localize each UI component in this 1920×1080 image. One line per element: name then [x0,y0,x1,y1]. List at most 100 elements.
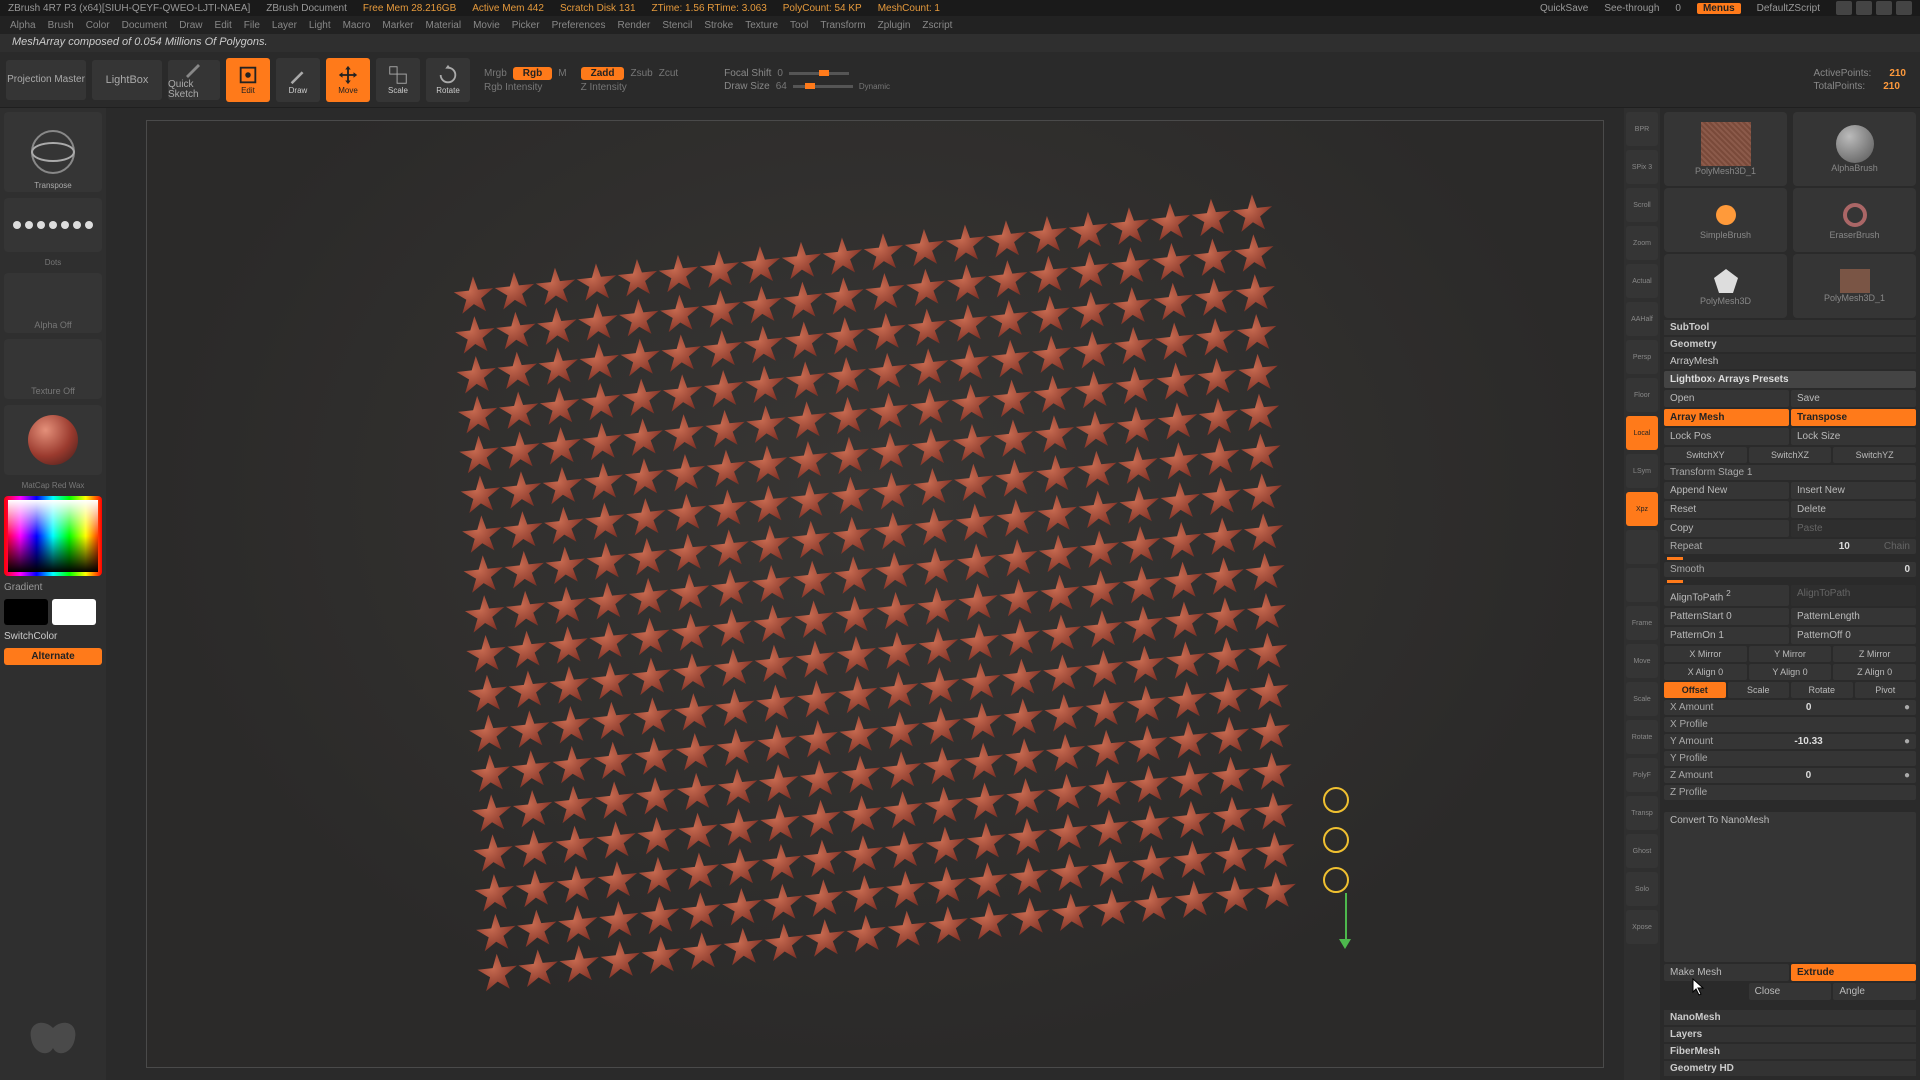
close-icon[interactable] [1896,1,1912,15]
z-align-button[interactable]: Z Align 0 [1833,664,1916,680]
nanomesh-header[interactable]: NanoMesh [1664,1010,1916,1025]
polymesh3d-1-thumb[interactable]: PolyMesh3D_1 [1793,254,1916,318]
smooth-slider[interactable]: Smooth0 [1664,562,1916,577]
switch-yz-button[interactable]: SwitchYZ [1833,447,1916,463]
zoom-button[interactable]: Zoom [1626,226,1658,260]
ghost-button[interactable]: Ghost [1626,834,1658,868]
canvas-area[interactable] [106,108,1624,1080]
x-align-button[interactable]: X Align 0 [1664,664,1747,680]
rotate-button[interactable]: Rotate [1791,682,1853,698]
aahalf-button[interactable]: AAHalf [1626,302,1658,336]
center-button[interactable] [1626,530,1658,564]
menu-file[interactable]: File [244,20,260,31]
actual-button[interactable]: Actual [1626,264,1658,298]
delete-button[interactable]: Delete [1791,501,1916,518]
help-icon[interactable] [1876,1,1892,15]
max-icon[interactable] [1856,1,1872,15]
projection-master-button[interactable]: Projection Master [6,60,86,100]
x-amount-slider[interactable]: X Amount0● [1664,700,1916,715]
draw-button[interactable]: Draw [276,58,320,102]
arraymesh-header[interactable]: ArrayMesh [1664,354,1916,369]
transform-stage-slider[interactable]: Transform Stage 1 [1664,465,1916,480]
open-button[interactable]: Open [1664,390,1789,407]
layers-header[interactable]: Layers [1664,1027,1916,1042]
frame-button[interactable]: Frame [1626,606,1658,640]
pattern-length-label[interactable]: PatternLength [1791,608,1916,625]
pattern-on-label[interactable]: PatternOn 1 [1664,627,1789,644]
zadd-button[interactable]: Zadd [581,67,625,80]
offset-button[interactable]: Offset [1664,682,1726,698]
min-icon[interactable] [1836,1,1852,15]
focal-shift-label[interactable]: Focal Shift [724,68,771,79]
fibermesh-header[interactable]: FiberMesh [1664,1044,1916,1059]
simple-brush-thumb[interactable]: SimpleBrush [1664,188,1787,252]
menu-tool[interactable]: Tool [790,20,808,31]
xyz-button[interactable]: Xpz [1626,492,1658,526]
see-through-val[interactable]: 0 [1675,3,1681,14]
angle-button[interactable]: Angle [1833,983,1916,1000]
menu-color[interactable]: Color [86,20,110,31]
menu-macro[interactable]: Macro [343,20,371,31]
alpha-slot[interactable]: Alpha Off [4,273,102,333]
transp-button[interactable]: Transp [1626,796,1658,830]
scale-button[interactable]: Scale [1728,682,1790,698]
z-amount-slider[interactable]: Z Amount0● [1664,768,1916,783]
move-button[interactable]: Move [326,58,370,102]
eraser-brush-thumb[interactable]: EraserBrush [1793,188,1916,252]
subtool-header[interactable]: SubTool [1664,320,1916,335]
lightbox-button[interactable]: LightBox [92,60,162,100]
rotate-view-button[interactable]: Rotate [1626,720,1658,754]
menu-stroke[interactable]: Stroke [704,20,733,31]
move-view-button[interactable]: Move [1626,644,1658,678]
menu-stencil[interactable]: Stencil [662,20,692,31]
switch-xy-button[interactable]: SwitchXY [1664,447,1747,463]
focal-shift-val[interactable]: 0 [777,68,783,79]
xpose-button[interactable]: Xpose [1626,910,1658,944]
zsub-button[interactable]: Zsub [630,68,652,79]
bpr-button[interactable]: BPR [1626,112,1658,146]
y-align-button[interactable]: Y Align 0 [1749,664,1832,680]
z-profile-button[interactable]: Z Profile [1664,785,1916,800]
solo-button[interactable]: Solo [1626,872,1658,906]
default-zscript[interactable]: DefaultZScript [1757,3,1820,14]
make-mesh-button[interactable]: Make Mesh [1664,964,1789,981]
extrude-button[interactable]: Extrude [1791,964,1916,981]
rgb-button[interactable]: Rgb [513,67,552,80]
lsym-button[interactable]: LSym [1626,454,1658,488]
zcut-button[interactable]: Zcut [659,68,678,79]
repeat-slider[interactable]: Repeat10Chain [1664,539,1916,554]
convert-nanomesh-button[interactable]: Convert To NanoMesh [1664,812,1916,962]
pivot-button[interactable]: Pivot [1855,682,1917,698]
x-mirror-button[interactable]: X Mirror [1664,646,1747,662]
menu-light[interactable]: Light [309,20,331,31]
switch-xz-button[interactable]: SwitchXZ [1749,447,1832,463]
quick-sketch-button[interactable]: Quick Sketch [168,60,220,100]
fit-button[interactable] [1626,568,1658,602]
close-button[interactable]: Close [1749,983,1832,1000]
z-mirror-button[interactable]: Z Mirror [1833,646,1916,662]
menu-texture[interactable]: Texture [745,20,778,31]
menu-draw[interactable]: Draw [179,20,202,31]
menu-alpha[interactable]: Alpha [10,20,36,31]
texture-slot[interactable]: Texture Off [4,339,102,399]
color-picker[interactable] [4,496,102,576]
arrays-presets-button[interactable]: Lightbox› Arrays Presets [1664,371,1916,388]
menu-document[interactable]: Document [122,20,168,31]
alpha-brush-thumb[interactable]: AlphaBrush [1793,112,1916,186]
menu-edit[interactable]: Edit [215,20,232,31]
menu-picker[interactable]: Picker [512,20,540,31]
geometry-header[interactable]: Geometry [1664,337,1916,352]
dynamic-label[interactable]: Dynamic [859,82,890,91]
y-mirror-button[interactable]: Y Mirror [1749,646,1832,662]
spix-button[interactable]: SPix 3 [1626,150,1658,184]
menu-render[interactable]: Render [618,20,651,31]
menu-preferences[interactable]: Preferences [552,20,606,31]
persp-button[interactable]: Persp [1626,340,1658,374]
swatch-black[interactable] [4,599,48,625]
aligntopath-button[interactable]: AlignToPath 2 [1664,585,1789,606]
lock-size-button[interactable]: Lock Size [1791,428,1916,445]
local-button[interactable]: Local [1626,416,1658,450]
transpose-button[interactable]: Transpose [1791,409,1916,426]
stroke-dots-button[interactable] [4,198,102,252]
rotate-button[interactable]: Rotate [426,58,470,102]
